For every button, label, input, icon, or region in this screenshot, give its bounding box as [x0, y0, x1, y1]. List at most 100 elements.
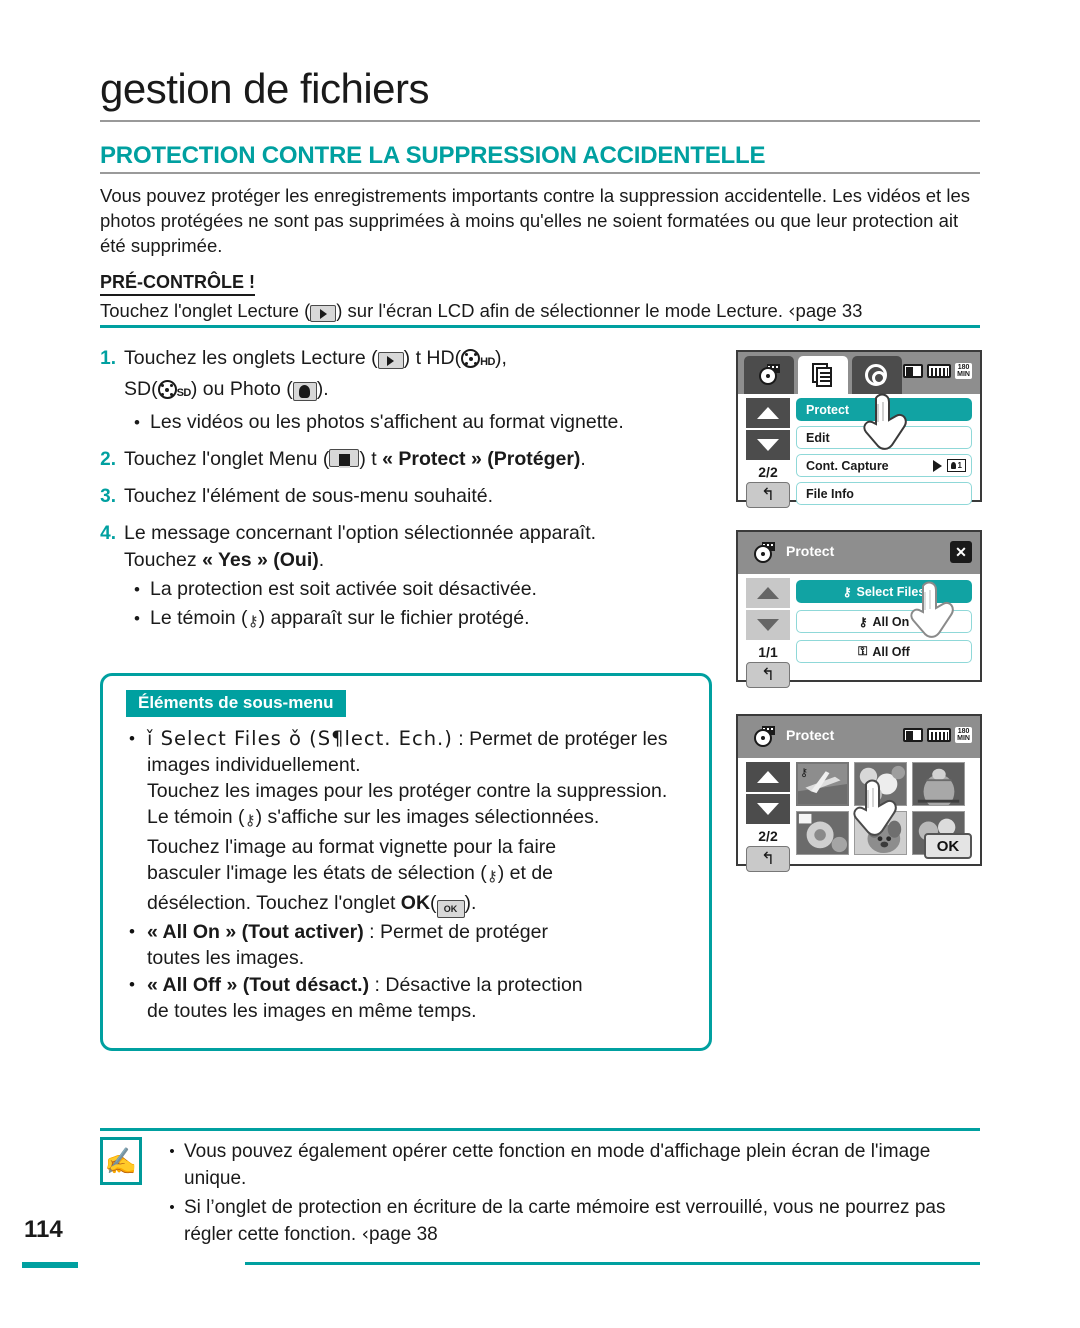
- recording-time-indicator: 180 MIN: [955, 727, 972, 743]
- step-1-line2a: SD(: [124, 378, 158, 400]
- precheck-text: Touchez l'onglet Lecture ( ) sur l'écran …: [100, 299, 980, 324]
- page-indicator: 2/2: [758, 464, 778, 480]
- step-1-arrow: t: [415, 347, 421, 369]
- menu-item-cont-capture-label: Cont. Capture: [806, 458, 889, 473]
- select-files-line-3: Touchez l'image au format vignette pour …: [147, 836, 557, 858]
- step-2-seg3: .: [580, 448, 586, 470]
- menu-item-cont-capture[interactable]: Cont. Capture 1: [796, 454, 972, 477]
- hd-label: HD: [480, 356, 495, 368]
- note-item-1-text: Vous pouvez également opérer cette fonct…: [184, 1141, 931, 1189]
- close-icon[interactable]: ✕: [950, 541, 972, 563]
- notes-list: • Vous pouvez également opérer cette fon…: [160, 1138, 980, 1250]
- menu-item-file-info-label: File Info: [806, 486, 854, 501]
- lcd-screen-menu: 180 MIN 2/2 ↰ Protect Edit Cont. Capture…: [736, 350, 982, 508]
- step-4-b2-pre: Le témoin (: [150, 607, 248, 629]
- tab-menu[interactable]: [798, 356, 848, 394]
- thumbnail-4[interactable]: [796, 811, 849, 855]
- key-icon: ⚷: [247, 613, 259, 630]
- menu-item-protect-label: Protect: [806, 402, 850, 417]
- precheck-text-before: Touchez l'onglet Lecture (: [100, 300, 311, 321]
- submenu-option-all-on[interactable]: ⚷ All On: [796, 610, 972, 633]
- all-off-label: All Off: [872, 644, 910, 659]
- select-files-line-2-pre: Le témoin (: [147, 806, 245, 828]
- key-icon: ⚷: [244, 812, 256, 829]
- film-reel-icon: [752, 542, 776, 564]
- bullet-dot: •: [134, 609, 140, 628]
- gear-icon: [865, 364, 887, 386]
- scroll-up-button[interactable]: [746, 762, 790, 792]
- page-indicator: 2/2: [758, 828, 778, 844]
- step-4-body: Le message concernant l'option sélection…: [124, 520, 716, 635]
- menu-item-file-info[interactable]: File Info: [796, 482, 972, 505]
- step-2-bold: « Protect » (Protéger): [382, 448, 581, 470]
- playback-tab-icon: [310, 305, 337, 322]
- step-3: 3. Touchez l'élément de sous-menu souhai…: [96, 483, 716, 510]
- steps-list: 1. Touchez les onglets Lecture () t HD(H…: [96, 345, 716, 641]
- notes-divider-bottom: [245, 1262, 980, 1265]
- note-item-2-body: Si l’onglet de protection en écriture de…: [184, 1197, 946, 1245]
- tab-settings[interactable]: [852, 356, 902, 394]
- step-4-line1: Le message concernant l'option sélection…: [124, 522, 597, 544]
- scroll-down-button[interactable]: [746, 430, 790, 460]
- step-1-bullet: • Les vidéos ou les photos s'affichent a…: [124, 409, 716, 436]
- step-3-text: Touchez l'élément de sous-menu souhaité.: [124, 485, 494, 507]
- min-label: MIN: [957, 371, 970, 378]
- all-on-desc: : Permet de protéger: [363, 921, 548, 943]
- lcd-1-status-icons: 180 MIN: [903, 363, 972, 379]
- thumbnail-2[interactable]: [854, 762, 907, 806]
- scroll-down-button[interactable]: [746, 610, 790, 640]
- submenu-option-all-off[interactable]: ⚿ All Off: [796, 640, 972, 663]
- select-files-label: Select Files: [856, 584, 926, 599]
- note-item-2-text: Si l’onglet de protection en écriture de…: [184, 1194, 980, 1248]
- select-files-title: ǐ Select Files ǒ (S¶lect. Ech.): [147, 727, 453, 750]
- submenu-item-select-files: • ǐ Select Files ǒ (S¶lect. Ech.) : Perm…: [117, 726, 695, 918]
- step-2-seg2: ): [359, 448, 366, 470]
- step-1-seg4: ),: [494, 347, 507, 369]
- step-4: 4. Le message concernant l'option sélect…: [96, 520, 716, 635]
- capture-count: 1: [957, 461, 962, 470]
- precheck-page-ref: page 33: [795, 300, 863, 321]
- thumbnail-5[interactable]: [854, 811, 907, 855]
- scroll-up-button[interactable]: [746, 398, 790, 428]
- back-button[interactable]: ↰: [746, 846, 790, 872]
- lcd-3-topbar: Protect 180 MIN: [738, 716, 980, 758]
- thumbnail-3[interactable]: [912, 762, 965, 806]
- thumbnail-1[interactable]: ⚷: [796, 762, 849, 806]
- sd-label: SD: [176, 387, 192, 399]
- scroll-up-button[interactable]: [746, 578, 790, 608]
- scroll-down-button[interactable]: [746, 794, 790, 824]
- page-ref-arrow: ‹: [788, 301, 796, 322]
- step-4-bullet-1-text: La protection est soit activée soit désa…: [150, 578, 537, 600]
- back-button[interactable]: ↰: [746, 482, 790, 508]
- lcd-3-status-icons: 180 MIN: [903, 727, 972, 743]
- step-2-seg1: Touchez l'onglet Menu (: [124, 448, 330, 470]
- ok-bold-label: OK: [400, 892, 431, 914]
- key-off-icon: ⚿: [858, 644, 868, 658]
- menu-item-edit[interactable]: Edit: [796, 426, 972, 449]
- lcd-3-body: 2/2 ↰ ⚷ OK: [738, 758, 980, 872]
- back-button[interactable]: ↰: [746, 662, 790, 688]
- tab-video[interactable]: [744, 356, 794, 394]
- select-files-line-5-post: ).: [464, 892, 477, 914]
- key-icon: ⚷: [800, 767, 809, 779]
- bullet-dot: •: [129, 975, 135, 994]
- step-1: 1. Touchez les onglets Lecture () t HD(H…: [96, 345, 716, 436]
- bullet-dot: •: [129, 729, 135, 748]
- select-files-line-5-pre: désélection. Touchez l'onglet: [147, 892, 401, 914]
- submenu-option-select-files[interactable]: ⚷ Select Files: [796, 580, 972, 603]
- step-4-b2-post: ) apparaît sur le fichier protégé.: [258, 607, 530, 629]
- page-indicator: 1/1: [758, 644, 778, 660]
- precheck-text-after: ) sur l'écran LCD afin de sélectionner l…: [336, 300, 783, 321]
- cont-capture-right-group: 1: [932, 459, 971, 472]
- thumbnail-4-image: [797, 812, 848, 854]
- step-4-bullet-1: • La protection est soit activée soit dé…: [124, 576, 716, 603]
- all-on-label: All On: [872, 614, 910, 629]
- page-number: 114: [24, 1216, 63, 1243]
- chevron-right-icon: [932, 459, 942, 472]
- precheck-label: PRÉ-CONTRÔLE !: [100, 272, 255, 296]
- ok-button[interactable]: OK: [924, 833, 972, 859]
- bullet-dot: •: [169, 1199, 175, 1216]
- step-1-body: Touchez les onglets Lecture () t HD(HD),…: [124, 345, 716, 436]
- menu-item-protect[interactable]: Protect: [796, 398, 972, 421]
- lcd-2-title: Protect: [786, 543, 835, 559]
